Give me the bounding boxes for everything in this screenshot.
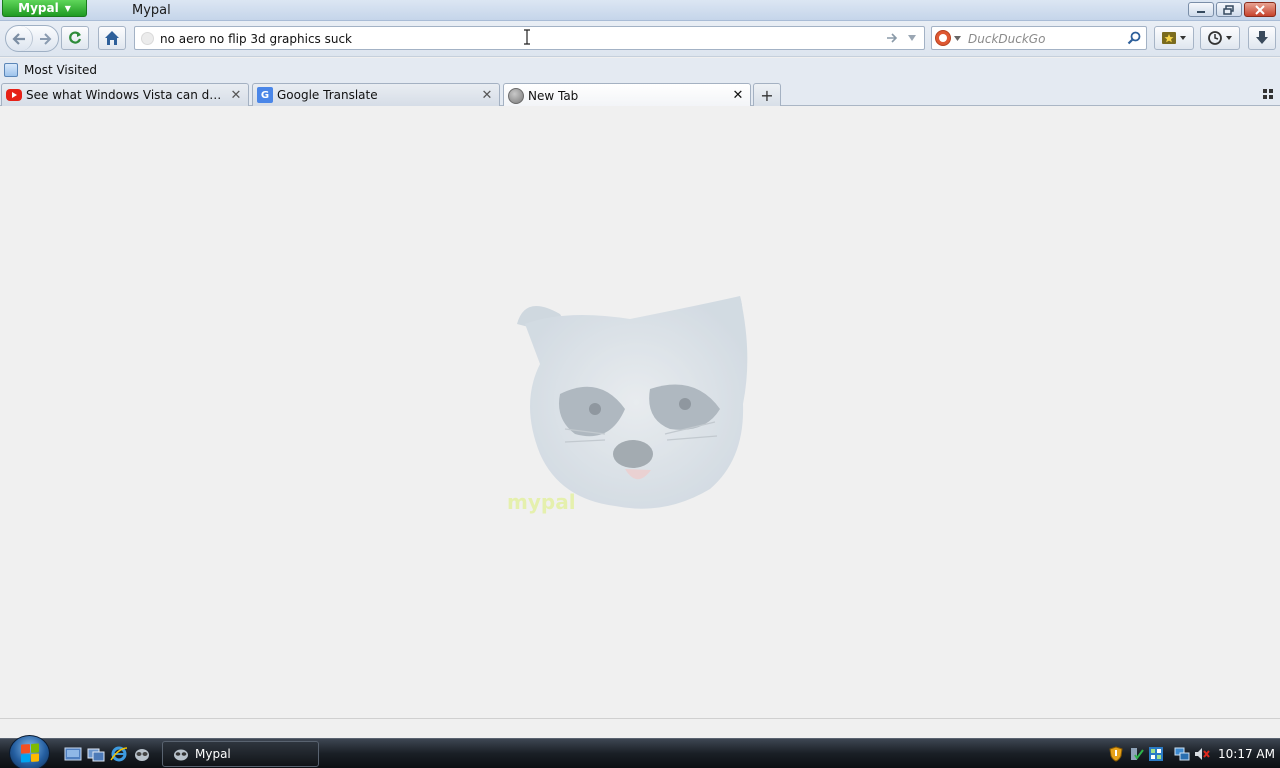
raccoon-logo: mypal xyxy=(507,296,748,514)
show-desktop-icon[interactable] xyxy=(64,746,82,762)
safely-remove-icon[interactable] xyxy=(1128,746,1144,762)
new-tab-page: mypal xyxy=(0,106,1280,718)
security-shield-icon[interactable] xyxy=(1108,746,1124,762)
window-title: Mypal xyxy=(132,3,171,18)
youtube-icon xyxy=(6,89,22,101)
chevron-down-icon: ▼ xyxy=(64,3,71,13)
downloads-button[interactable] xyxy=(1248,26,1276,50)
home-icon xyxy=(105,31,119,45)
chevron-down-icon xyxy=(908,35,916,41)
bookmark-folder-icon xyxy=(4,63,18,77)
volume-muted-icon[interactable] xyxy=(1194,746,1210,762)
bookmarks-menu-button[interactable] xyxy=(1154,26,1194,50)
close-tab-icon[interactable]: ✕ xyxy=(479,87,495,103)
reload-icon xyxy=(69,31,82,44)
plus-icon: + xyxy=(760,85,774,105)
text-cursor-icon xyxy=(524,29,530,45)
sidebar-gadgets-icon[interactable] xyxy=(1148,746,1164,762)
system-tray: 10:17 AM xyxy=(1108,739,1280,768)
app-menu-button[interactable]: Mypal ▼ xyxy=(2,0,87,17)
app-menu-label: Mypal xyxy=(18,1,59,15)
minimize-button[interactable] xyxy=(1188,2,1214,17)
bookmark-most-visited[interactable]: Most Visited xyxy=(4,61,97,79)
back-arrow-icon xyxy=(12,32,25,45)
search-button[interactable] xyxy=(1126,30,1142,46)
tab-label: Google Translate xyxy=(277,88,378,102)
list-all-tabs-icon[interactable] xyxy=(1262,88,1274,100)
go-arrow-icon xyxy=(887,33,898,43)
close-tab-icon[interactable]: ✕ xyxy=(228,87,244,103)
logo-wordmark: mypal xyxy=(507,490,576,514)
status-bar xyxy=(0,718,1280,738)
go-button[interactable] xyxy=(884,30,900,46)
window-controls xyxy=(1188,2,1276,17)
mypal-icon xyxy=(174,749,188,761)
tab-new-tab[interactable]: New Tab ✕ xyxy=(503,83,751,107)
restore-button[interactable] xyxy=(1216,2,1242,17)
search-icon xyxy=(1127,31,1141,45)
search-engine-selector[interactable] xyxy=(935,29,965,47)
bookmark-label: Most Visited xyxy=(24,63,98,77)
navigation-toolbar xyxy=(0,21,1280,57)
tab-label: See what Windows Vista can do: Vista... xyxy=(26,88,228,102)
reload-button[interactable] xyxy=(61,26,89,50)
close-window-button[interactable] xyxy=(1244,2,1276,17)
new-tab-button[interactable]: + xyxy=(753,83,781,106)
tab-google-translate[interactable]: G Google Translate ✕ xyxy=(252,83,500,106)
close-icon xyxy=(1255,4,1265,15)
taskbar: Mypal 10:17 AM xyxy=(0,735,1280,768)
back-button[interactable] xyxy=(6,26,33,51)
start-button[interactable] xyxy=(9,735,50,768)
mypal-quicklaunch-icon[interactable] xyxy=(133,746,151,762)
system-clock[interactable]: 10:17 AM xyxy=(1218,747,1275,761)
tab-vista-video[interactable]: See what Windows Vista can do: Vista... … xyxy=(1,83,249,106)
bookmark-star-icon xyxy=(1162,32,1186,44)
back-forward-group xyxy=(5,25,59,52)
clock-icon xyxy=(1208,31,1232,45)
url-input[interactable] xyxy=(160,30,880,47)
search-input[interactable] xyxy=(968,30,1118,47)
globe-icon xyxy=(508,87,524,104)
close-tab-icon[interactable]: ✕ xyxy=(730,88,746,104)
url-history-dropdown[interactable] xyxy=(904,30,920,46)
network-icon[interactable] xyxy=(1174,746,1190,762)
search-bar[interactable] xyxy=(931,26,1147,50)
taskbar-item-label: Mypal xyxy=(195,747,231,761)
windows-logo-icon xyxy=(20,743,39,763)
home-button[interactable] xyxy=(98,26,126,50)
chevron-down-icon xyxy=(954,35,961,41)
history-button[interactable] xyxy=(1200,26,1240,50)
google-translate-icon: G xyxy=(257,87,273,103)
page-identity-icon xyxy=(141,32,154,45)
tab-label: New Tab xyxy=(528,88,579,103)
taskbar-item-mypal[interactable]: Mypal xyxy=(162,741,319,767)
forward-arrow-icon xyxy=(40,32,52,45)
title-bar: Mypal ▼ Mypal xyxy=(0,0,1280,21)
internet-explorer-icon[interactable] xyxy=(110,746,128,762)
switch-windows-icon[interactable] xyxy=(87,746,105,762)
bookmarks-toolbar: Most Visited xyxy=(0,58,1280,81)
restore-icon xyxy=(1223,4,1234,15)
minimize-icon xyxy=(1197,10,1205,13)
download-arrow-icon xyxy=(1256,31,1268,44)
duckduckgo-icon xyxy=(935,30,951,46)
tab-strip: See what Windows Vista can do: Vista... … xyxy=(0,81,1280,107)
forward-button[interactable] xyxy=(34,26,58,51)
